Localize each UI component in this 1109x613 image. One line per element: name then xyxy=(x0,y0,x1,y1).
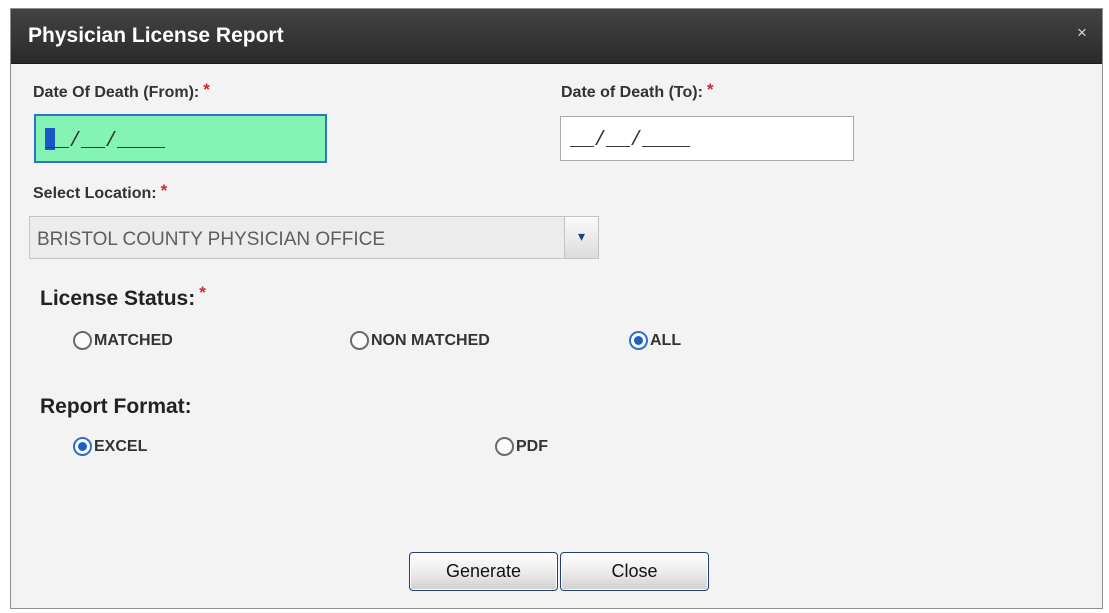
radio-button-icon[interactable] xyxy=(495,437,514,456)
radio-license-matched[interactable]: MATCHED xyxy=(73,331,173,350)
required-mark: * xyxy=(199,283,206,302)
radio-button-icon[interactable] xyxy=(350,331,369,350)
generate-button[interactable]: Generate xyxy=(409,552,558,591)
date-from-input[interactable]: __/__/____ xyxy=(34,114,327,163)
radio-license-all[interactable]: ALL xyxy=(629,331,681,350)
radio-label: ALL xyxy=(650,331,682,349)
date-to-value: __/__/____ xyxy=(570,129,691,152)
date-from-label: Date Of Death (From): * xyxy=(33,80,210,104)
license-status-label: License Status: * xyxy=(40,283,206,311)
dialog-titlebar[interactable]: Physician License Report × xyxy=(11,9,1102,64)
radio-license-non-matched[interactable]: NON MATCHED xyxy=(350,331,490,350)
radio-format-excel[interactable]: EXCEL xyxy=(73,437,147,456)
close-icon[interactable]: × xyxy=(1072,23,1092,43)
date-from-value: __/__/____ xyxy=(45,130,166,153)
radio-format-pdf[interactable]: PDF xyxy=(495,437,548,456)
radio-label: PDF xyxy=(516,437,548,455)
required-mark: * xyxy=(160,181,168,200)
radio-label: NON MATCHED xyxy=(371,331,490,349)
date-to-label-text: Date of Death (To): xyxy=(561,84,703,101)
date-from-label-text: Date Of Death (From): xyxy=(33,84,200,101)
date-to-input[interactable]: __/__/____ xyxy=(560,116,854,161)
report-format-label: Report Format: xyxy=(40,395,192,419)
date-to-label: Date of Death (To): * xyxy=(561,80,714,104)
close-button[interactable]: Close xyxy=(560,552,709,591)
location-label-text: Select Location: xyxy=(33,185,157,202)
location-label: Select Location: * xyxy=(33,181,167,205)
required-mark: * xyxy=(706,80,714,99)
radio-label: EXCEL xyxy=(94,437,148,455)
report-format-label-text: Report Format: xyxy=(40,395,192,418)
physician-license-report-dialog: Physician License Report × Date Of Death… xyxy=(10,8,1103,609)
dialog-title: Physician License Report xyxy=(28,24,284,47)
location-select[interactable]: BRISTOL COUNTY PHYSICIAN OFFICE ▾ xyxy=(29,216,599,259)
radio-button-icon[interactable] xyxy=(73,331,92,350)
required-mark: * xyxy=(203,80,210,99)
radio-button-checked-icon[interactable] xyxy=(629,331,648,350)
chevron-down-icon[interactable]: ▾ xyxy=(564,217,598,258)
radio-button-checked-icon[interactable] xyxy=(73,437,92,456)
location-selected-value: BRISTOL COUNTY PHYSICIAN OFFICE xyxy=(37,229,386,250)
license-status-label-text: License Status: xyxy=(40,287,196,310)
radio-label: MATCHED xyxy=(94,331,173,349)
